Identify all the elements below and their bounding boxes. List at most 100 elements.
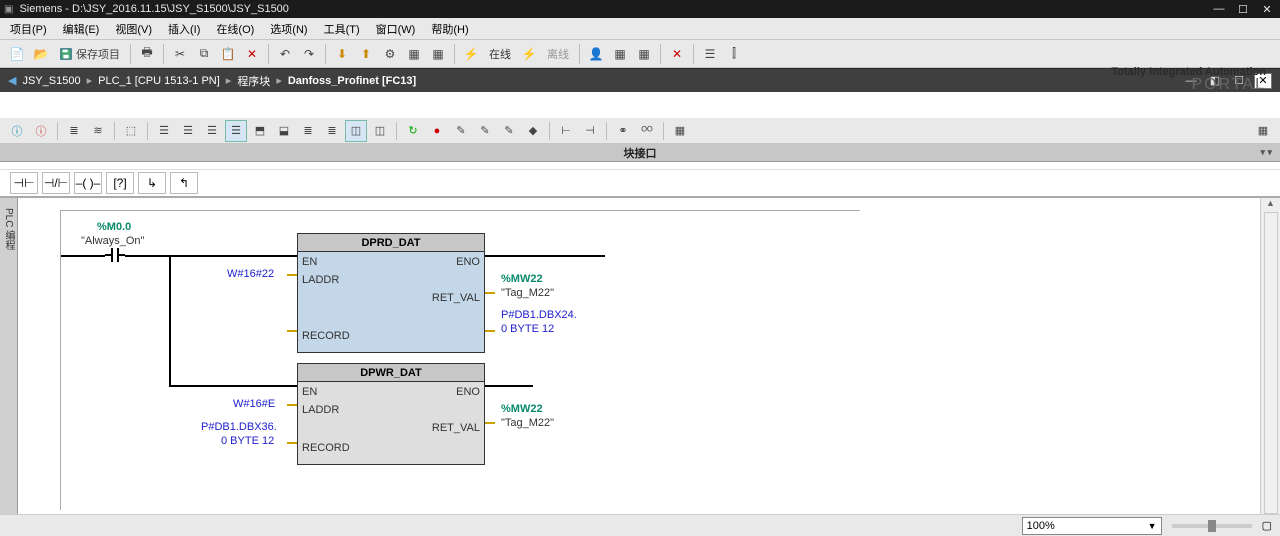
close-button[interactable]: ✕ — [1258, 3, 1276, 16]
bc-project[interactable]: JSY_S1500 — [22, 75, 80, 87]
zoom-out-icon[interactable]: ▢ — [1262, 519, 1272, 532]
open-project-icon[interactable]: 📂 — [30, 43, 52, 65]
contact-address: %M0.0 — [97, 221, 131, 233]
tb-icon[interactable]: ● — [426, 120, 448, 142]
branch-close-icon[interactable]: ↰ — [170, 172, 198, 194]
monitor-off-icon[interactable]: ⓘ — [30, 120, 52, 142]
tb-icon[interactable]: ✎ — [498, 120, 520, 142]
maximize-button[interactable]: ☐ — [1234, 3, 1252, 16]
menu-options[interactable]: 选项(N) — [264, 19, 313, 39]
tb-icon[interactable]: ⊣ — [579, 120, 601, 142]
bc-blocks[interactable]: 程序块 — [237, 73, 270, 89]
print-icon[interactable]: 🖶 — [136, 43, 158, 65]
copy-icon[interactable]: ⧉ — [193, 43, 215, 65]
main-toolbar: 📄 📂 保存项目 🖶 ✂ ⧉ 📋 ✕ ↶ ↷ ⬇ ⬆ ⚙ ▦ ▦ ⚡ 在线 ⚡ … — [0, 40, 1280, 68]
chevron-right-icon: ▸ — [226, 74, 232, 87]
tb-icon[interactable]: ⚭ — [612, 120, 634, 142]
download-icon[interactable]: ⬇ — [331, 43, 353, 65]
tb-icon[interactable]: ☰ — [225, 120, 247, 142]
tb-icon[interactable]: ≣ — [321, 120, 343, 142]
block-interface-header[interactable]: 块接口 ▾ ▾ — [0, 144, 1280, 162]
laddr-value[interactable]: W#16#22 — [227, 268, 274, 280]
menu-online[interactable]: 在线(O) — [210, 19, 260, 39]
tb-icon[interactable]: ≣ — [297, 120, 319, 142]
scroll-up-icon[interactable]: ▲ — [1266, 198, 1275, 208]
delete-icon[interactable]: ✕ — [241, 43, 263, 65]
pin-retval: RET_VAL — [432, 422, 480, 434]
monitor-on-icon[interactable]: ⓘ — [6, 120, 28, 142]
upload-icon[interactable]: ⬆ — [355, 43, 377, 65]
tb-icon[interactable]: ≣ — [63, 120, 85, 142]
paste-icon[interactable]: 📋 — [217, 43, 239, 65]
retval2-addr: %MW22 — [501, 403, 543, 415]
start-sim-icon[interactable]: ▦ — [403, 43, 425, 65]
zoom-slider[interactable] — [1172, 524, 1252, 528]
coil-icon[interactable]: –( )– — [74, 172, 102, 194]
contact-nc-icon[interactable]: ⊣/⊢ — [42, 172, 70, 194]
redo-icon[interactable]: ↷ — [298, 43, 320, 65]
zoom-select[interactable]: 100% ▼ — [1022, 517, 1162, 535]
go-offline-label[interactable]: 离线 — [542, 43, 574, 65]
tb-icon[interactable]: ⬚ — [120, 120, 142, 142]
box-icon[interactable]: [?] — [106, 172, 134, 194]
cross-ref-icon[interactable]: ✕ — [666, 43, 688, 65]
compile-icon[interactable]: ⚙ — [379, 43, 401, 65]
tb-icon[interactable]: ◆ — [522, 120, 544, 142]
new-project-icon[interactable]: 📄 — [6, 43, 28, 65]
contact-no-icon[interactable]: ⊣⊢ — [10, 172, 38, 194]
tb-icon[interactable]: ⬓ — [273, 120, 295, 142]
tb-icon[interactable]: ᴼᴼ — [636, 120, 658, 142]
slider-thumb[interactable] — [1208, 520, 1216, 532]
bc-plc[interactable]: PLC_1 [CPU 1513-1 PN] — [98, 75, 220, 87]
split-h-icon[interactable]: ☰ — [699, 43, 721, 65]
laddr-value-2[interactable]: W#16#E — [233, 398, 275, 410]
cut-icon[interactable]: ✂ — [169, 43, 191, 65]
compare-icon[interactable]: ▦ — [633, 43, 655, 65]
ladder-canvas[interactable]: %M0.0 "Always_On" DPRD_DAT EN LADDR R — [18, 198, 1260, 528]
stop-sim-icon[interactable]: ▦ — [427, 43, 449, 65]
menu-view[interactable]: 视图(V) — [109, 19, 158, 39]
tb-icon[interactable]: ⬒ — [249, 120, 271, 142]
tb-icon[interactable]: ◫ — [369, 120, 391, 142]
undo-icon[interactable]: ↶ — [274, 43, 296, 65]
zoom-value: 100% — [1027, 520, 1055, 532]
no-contact[interactable] — [105, 248, 125, 262]
tb-icon[interactable]: ☰ — [153, 120, 175, 142]
menu-insert[interactable]: 插入(I) — [162, 19, 206, 39]
save-project-button[interactable]: 保存项目 — [54, 43, 125, 65]
menu-help[interactable]: 帮助(H) — [425, 19, 474, 39]
branch-open-icon[interactable]: ↳ — [138, 172, 166, 194]
tb-icon[interactable]: ✎ — [450, 120, 472, 142]
toggle-interface-icon[interactable]: ▦ — [1252, 120, 1274, 142]
left-tab-label: PLC 编程 — [1, 208, 16, 250]
tb-icon[interactable]: ↻ — [402, 120, 424, 142]
tb-icon[interactable]: ≋ — [87, 120, 109, 142]
dropdown-arrow-icon: ▼ — [1148, 521, 1157, 531]
go-online-label[interactable]: 在线 — [484, 43, 516, 65]
menu-tools[interactable]: 工具(T) — [318, 19, 366, 39]
go-offline-icon[interactable]: ⚡ — [518, 43, 540, 65]
fb-dprd-dat[interactable]: DPRD_DAT EN LADDR RECORD ENO RET_VAL — [297, 233, 485, 353]
scrollbar-track[interactable] — [1264, 212, 1278, 514]
minimize-button[interactable]: — — [1210, 3, 1228, 16]
go-online-icon[interactable]: ⚡ — [460, 43, 482, 65]
window-title: Siemens - D:\JSY_2016.11.15\JSY_S1500\JS… — [19, 3, 1210, 15]
right-scrollbar[interactable]: ▲ ▼ — [1260, 198, 1280, 528]
menu-edit[interactable]: 编辑(E) — [57, 19, 106, 39]
split-v-icon[interactable]: ⫿ — [723, 43, 745, 65]
tb-icon[interactable]: ▦ — [669, 120, 691, 142]
device-config-icon[interactable]: ▦ — [609, 43, 631, 65]
fb-dpwr-dat[interactable]: DPWR_DAT EN LADDR RECORD ENO RET_VAL — [297, 363, 485, 465]
tb-icon[interactable]: ✎ — [474, 120, 496, 142]
menu-project[interactable]: 项目(P) — [4, 19, 53, 39]
tb-icon[interactable]: ◫ — [345, 120, 367, 142]
tb-icon[interactable]: ☰ — [201, 120, 223, 142]
accessible-devices-icon[interactable]: 👤 — [585, 43, 607, 65]
tb-icon[interactable]: ⊢ — [555, 120, 577, 142]
floppy-icon — [59, 47, 73, 61]
left-side-tab[interactable]: PLC 编程 — [0, 198, 18, 528]
tb-icon[interactable]: ☰ — [177, 120, 199, 142]
menu-window[interactable]: 窗口(W) — [370, 19, 422, 39]
pin-en: EN — [302, 256, 317, 268]
retval-name: "Tag_M22" — [501, 287, 554, 299]
